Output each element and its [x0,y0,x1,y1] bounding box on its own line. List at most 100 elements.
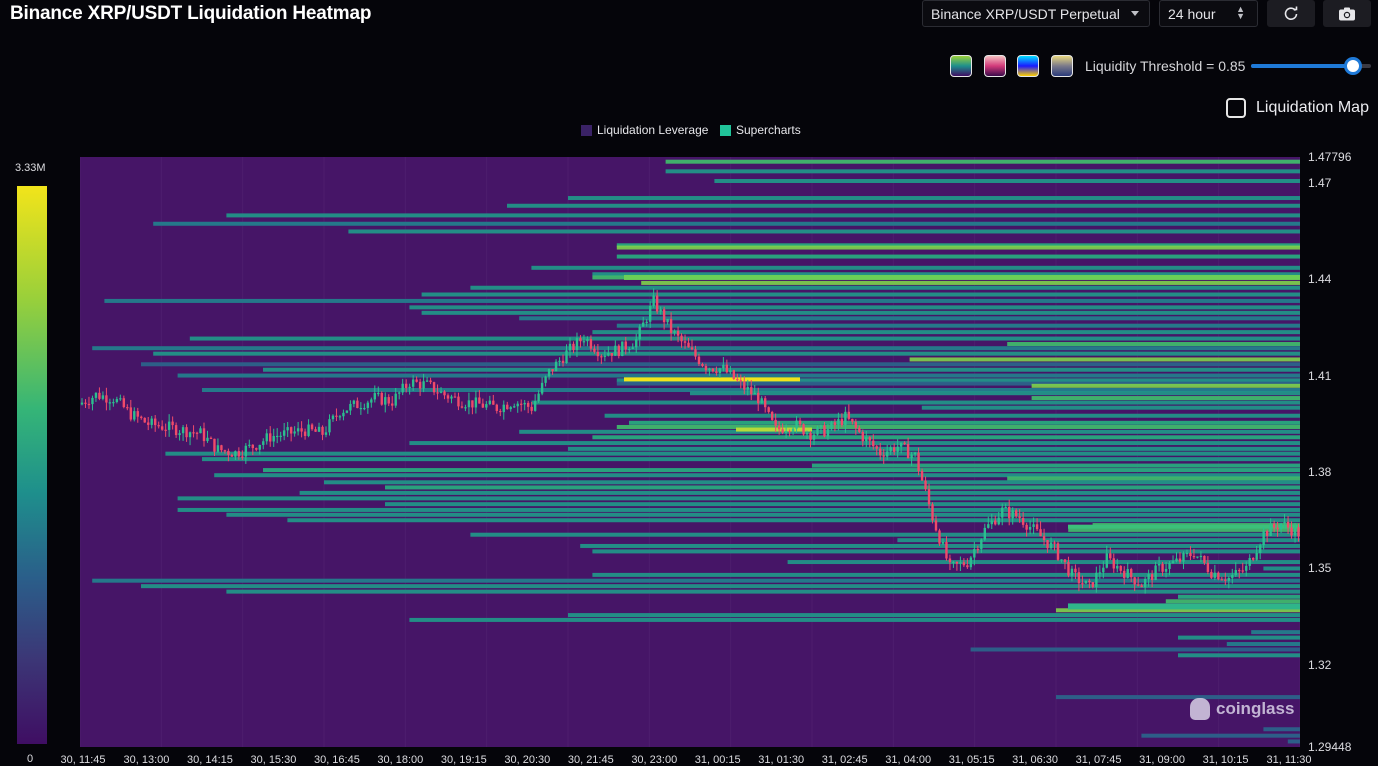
candle-body [126,407,129,409]
y-tick-label: 1.47 [1308,175,1332,190]
candle-body [1283,521,1286,524]
candle-body [404,383,408,388]
candle-body [1095,572,1098,588]
candle-body [1011,510,1014,519]
legend-item-leverage[interactable]: Liquidation Leverage [581,123,708,137]
liquidity-band [385,502,1300,507]
liquidity-band [616,424,1300,429]
candle-body [830,422,833,430]
candle-body [432,382,436,393]
candle-body [1258,545,1262,554]
candle-body [1056,543,1060,560]
candle-body [704,365,708,371]
liquidation-map-label: Liquidation Map [1256,99,1369,116]
candle-body [589,338,593,349]
candle-body [568,343,572,351]
liquidity-band [470,532,1300,537]
y-tick-label: 1.38 [1308,465,1332,479]
slider-thumb[interactable] [1344,57,1362,75]
candle-body [307,424,310,436]
liquidity-band [812,463,1300,468]
candle-body [1297,527,1300,537]
liquidity-band [189,336,1300,341]
candle-body [920,470,924,481]
liquidity-band [1141,733,1300,738]
coinglass-logo-icon [1190,698,1210,720]
candle-body [718,368,722,374]
refresh-button[interactable] [1267,0,1315,27]
chevron-down-icon [1131,11,1139,16]
camera-icon [1339,7,1355,20]
liquidity-band [592,572,1300,577]
liquidity-band [141,584,1300,589]
candle-body [1175,558,1178,562]
candle-body [230,454,234,457]
candle-body [296,428,300,432]
palette-cividis[interactable] [1051,55,1073,77]
liquidity-band [153,221,1300,226]
symbol-select[interactable]: Binance XRP/USDT Perpetual [922,0,1150,27]
y-tick-label: 1.47796 [1308,150,1352,164]
candle-body [216,445,220,452]
candle-body [854,421,858,428]
liquidity-band [165,451,1300,456]
candle-body [1021,517,1025,525]
liquidation-map-checkbox[interactable] [1226,98,1246,118]
candle-body [87,403,91,406]
candle-body [680,335,683,342]
candle-body [868,437,871,441]
palette-viridis[interactable] [950,55,972,77]
legend-item-supercharts[interactable]: Supercharts [720,123,801,137]
candle-body [690,347,694,350]
candle-body [223,450,227,452]
candle-body [133,411,136,420]
liquidity-band [92,578,1300,583]
candle-body [1039,529,1042,537]
liquidity-band [531,265,1300,270]
heatmap-plot[interactable] [80,157,1300,747]
candle-body [1081,583,1084,585]
legend-label: Supercharts [736,123,801,137]
liquidity-band [580,543,1300,548]
candle-body [715,371,718,374]
candle-body [363,407,366,410]
candle-body [962,562,966,566]
candle-body [1112,558,1115,569]
candle-body [418,381,422,389]
screenshot-button[interactable] [1323,0,1371,27]
candle-body [411,379,415,387]
candle-body [861,431,864,442]
liquidity-band [909,357,1300,362]
candle-body [415,379,418,382]
palette-magma[interactable] [984,55,1006,77]
candle-body [101,395,105,399]
liquidity-band [592,330,1300,335]
watermark-text: coinglass [1216,699,1295,718]
legend-label: Liquidation Leverage [597,123,709,137]
candle-body [1032,524,1035,527]
candle-body [1063,559,1067,563]
threshold-slider[interactable] [1251,57,1371,75]
liquidity-band [568,613,1300,618]
candle-body [997,517,1000,525]
candle-body [617,345,620,357]
candle-body [272,436,275,442]
candle-body [638,326,641,340]
candle-body [739,380,742,382]
candle-body [840,419,844,426]
candle-body [579,338,582,342]
candle-body [1102,567,1105,573]
candle-body [642,322,645,327]
period-select[interactable]: 24 hour ▲ ▼ [1159,0,1258,27]
candle-body [446,395,450,399]
candle-body [1042,536,1046,541]
y-tick-label: 1.41 [1308,368,1332,383]
candle-body [105,395,108,403]
palette-jet[interactable] [1017,55,1039,77]
candle-body [1224,579,1227,581]
candle-body [805,432,809,435]
liquidity-band [616,254,1300,259]
liquidity-band [348,229,1300,234]
candle-body [1035,524,1039,530]
candle-body [251,444,254,449]
